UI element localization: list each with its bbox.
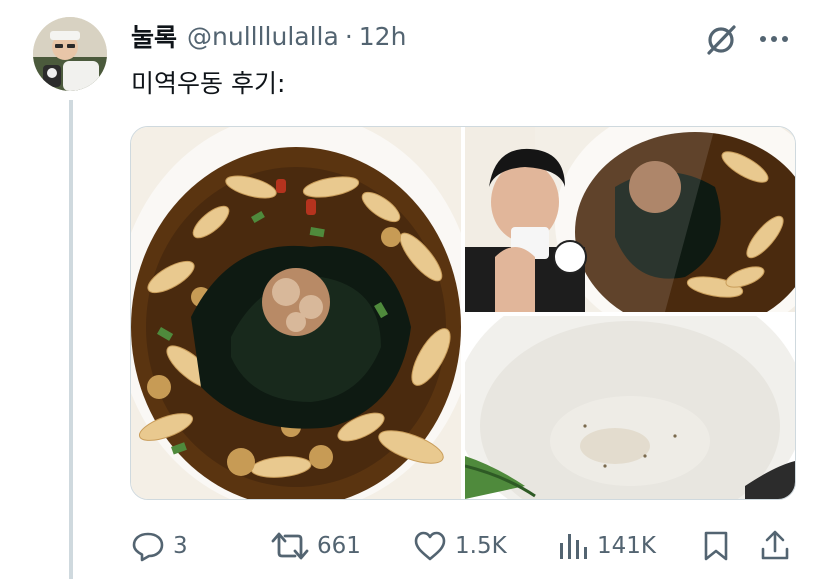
tweet-actions: 3 661 1.5K 141K	[131, 524, 795, 568]
reply-button[interactable]: 3	[131, 524, 188, 568]
reply-icon	[132, 532, 164, 562]
more-options-icon[interactable]	[757, 26, 791, 52]
grok-icon[interactable]	[703, 22, 739, 58]
avatar[interactable]	[33, 17, 107, 91]
bookmark-icon	[704, 531, 728, 561]
separator-dot: ·	[344, 21, 353, 51]
man-eating-photo[interactable]	[465, 127, 795, 312]
display-name[interactable]: 눌록	[131, 18, 177, 54]
like-count: 1.5K	[455, 533, 507, 559]
share-icon	[761, 530, 789, 560]
views-count: 141K	[597, 533, 656, 559]
retweet-icon	[271, 532, 309, 560]
retweet-count: 661	[317, 533, 361, 559]
udon-bowl-photo[interactable]	[131, 127, 461, 499]
tweet-text: 미역우동 후기:	[131, 69, 286, 98]
avatar-image	[33, 17, 107, 91]
tweet-header: 눌록 @nullllulalla · 12h	[131, 19, 406, 53]
bookmark-button[interactable]	[701, 524, 731, 568]
heart-icon	[414, 531, 446, 561]
like-button[interactable]: 1.5K	[413, 524, 507, 568]
thread-line	[69, 100, 73, 579]
timestamp[interactable]: 12h	[359, 22, 407, 51]
media-grid	[130, 126, 796, 500]
retweet-button[interactable]: 661	[271, 524, 361, 568]
empty-bowl-photo[interactable]	[465, 316, 795, 499]
share-button[interactable]	[759, 524, 791, 568]
views-button[interactable]: 141K	[557, 524, 656, 568]
reply-count: 3	[173, 533, 188, 559]
views-icon	[560, 534, 587, 559]
user-handle[interactable]: @nullllulalla	[187, 22, 339, 51]
